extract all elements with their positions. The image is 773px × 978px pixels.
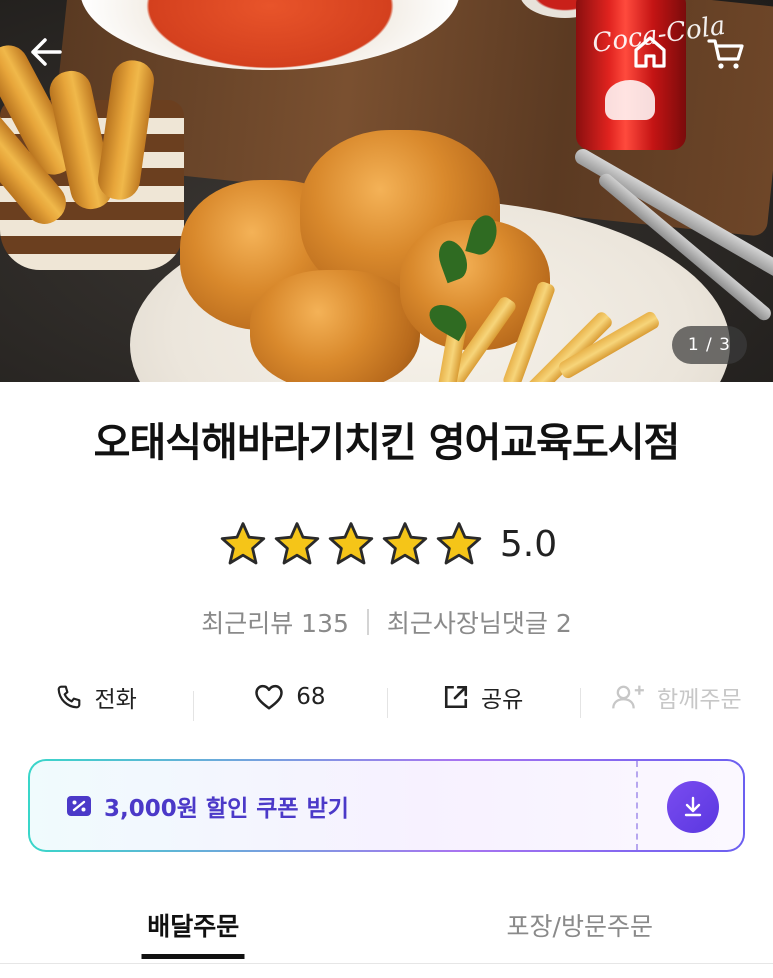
- call-label: 전화: [94, 687, 137, 713]
- order-type-tabs: 배달주문 포장/방문주문: [0, 895, 773, 978]
- star-icon: [328, 522, 374, 565]
- arrow-left-icon[interactable]: [24, 30, 68, 74]
- share-icon: [444, 685, 468, 709]
- phone-icon: [58, 685, 81, 709]
- download-icon: [684, 796, 702, 817]
- star-icon: [436, 522, 482, 565]
- tab-delivery-label: 배달주문: [147, 912, 240, 941]
- star-icon: [274, 522, 320, 565]
- coupon-body: 3,000원 할인 쿠폰 받기: [30, 761, 743, 850]
- image-pager: 1 / 3: [671, 326, 747, 364]
- add-person-icon: [612, 685, 644, 709]
- like-count: 68: [296, 684, 326, 710]
- store-name: 오태식해바라기치킨 영어교육도시점: [93, 420, 681, 466]
- coupon-download-button[interactable]: [667, 781, 719, 833]
- tab-pickup[interactable]: 포장/방문주문: [387, 895, 773, 978]
- group-order-label: 함께주문: [657, 687, 742, 713]
- star-icon: [382, 522, 428, 565]
- review-stats: 최근리뷰 135 최근사장님댓글 2: [0, 604, 773, 640]
- store-rating: 5.0: [0, 520, 773, 568]
- star-icon: [220, 522, 266, 565]
- cola-can-bear: [605, 80, 655, 120]
- group-order-button[interactable]: 함께주문: [579, 680, 773, 718]
- coupon-icon: [67, 795, 91, 816]
- coupon-perforation: [636, 761, 638, 850]
- store-actions: 전화 68 공유 함께주문: [0, 672, 773, 722]
- share-label: 공유: [480, 687, 524, 713]
- heart-icon: [255, 684, 283, 710]
- like-button[interactable]: 68: [193, 683, 386, 721]
- tab-pickup-label: 포장/방문주문: [506, 912, 653, 941]
- tabs-divider: [0, 963, 773, 964]
- cart-icon[interactable]: [704, 32, 748, 76]
- divider: [366, 609, 369, 635]
- fried-chicken: [250, 270, 420, 382]
- rating-value: 5.0: [499, 523, 558, 565]
- active-tab-indicator: [141, 954, 245, 959]
- coupon-label-row: 3,000원 할인 쿠폰 받기: [66, 761, 349, 850]
- call-button[interactable]: 전화: [0, 680, 193, 714]
- hero-image-carousel[interactable]: Coca-Cola 1 / 3: [0, 0, 773, 382]
- coupon-text: 3,000원 할인 쿠폰 받기: [104, 795, 349, 822]
- tab-delivery[interactable]: 배달주문: [0, 895, 387, 978]
- recent-reviews-link[interactable]: 최근리뷰 135: [201, 604, 349, 640]
- owner-replies-link[interactable]: 최근사장님댓글 2: [387, 604, 572, 640]
- share-button[interactable]: 공유: [386, 680, 580, 718]
- home-icon[interactable]: [628, 30, 672, 74]
- coupon-banner[interactable]: 3,000원 할인 쿠폰 받기: [28, 759, 745, 852]
